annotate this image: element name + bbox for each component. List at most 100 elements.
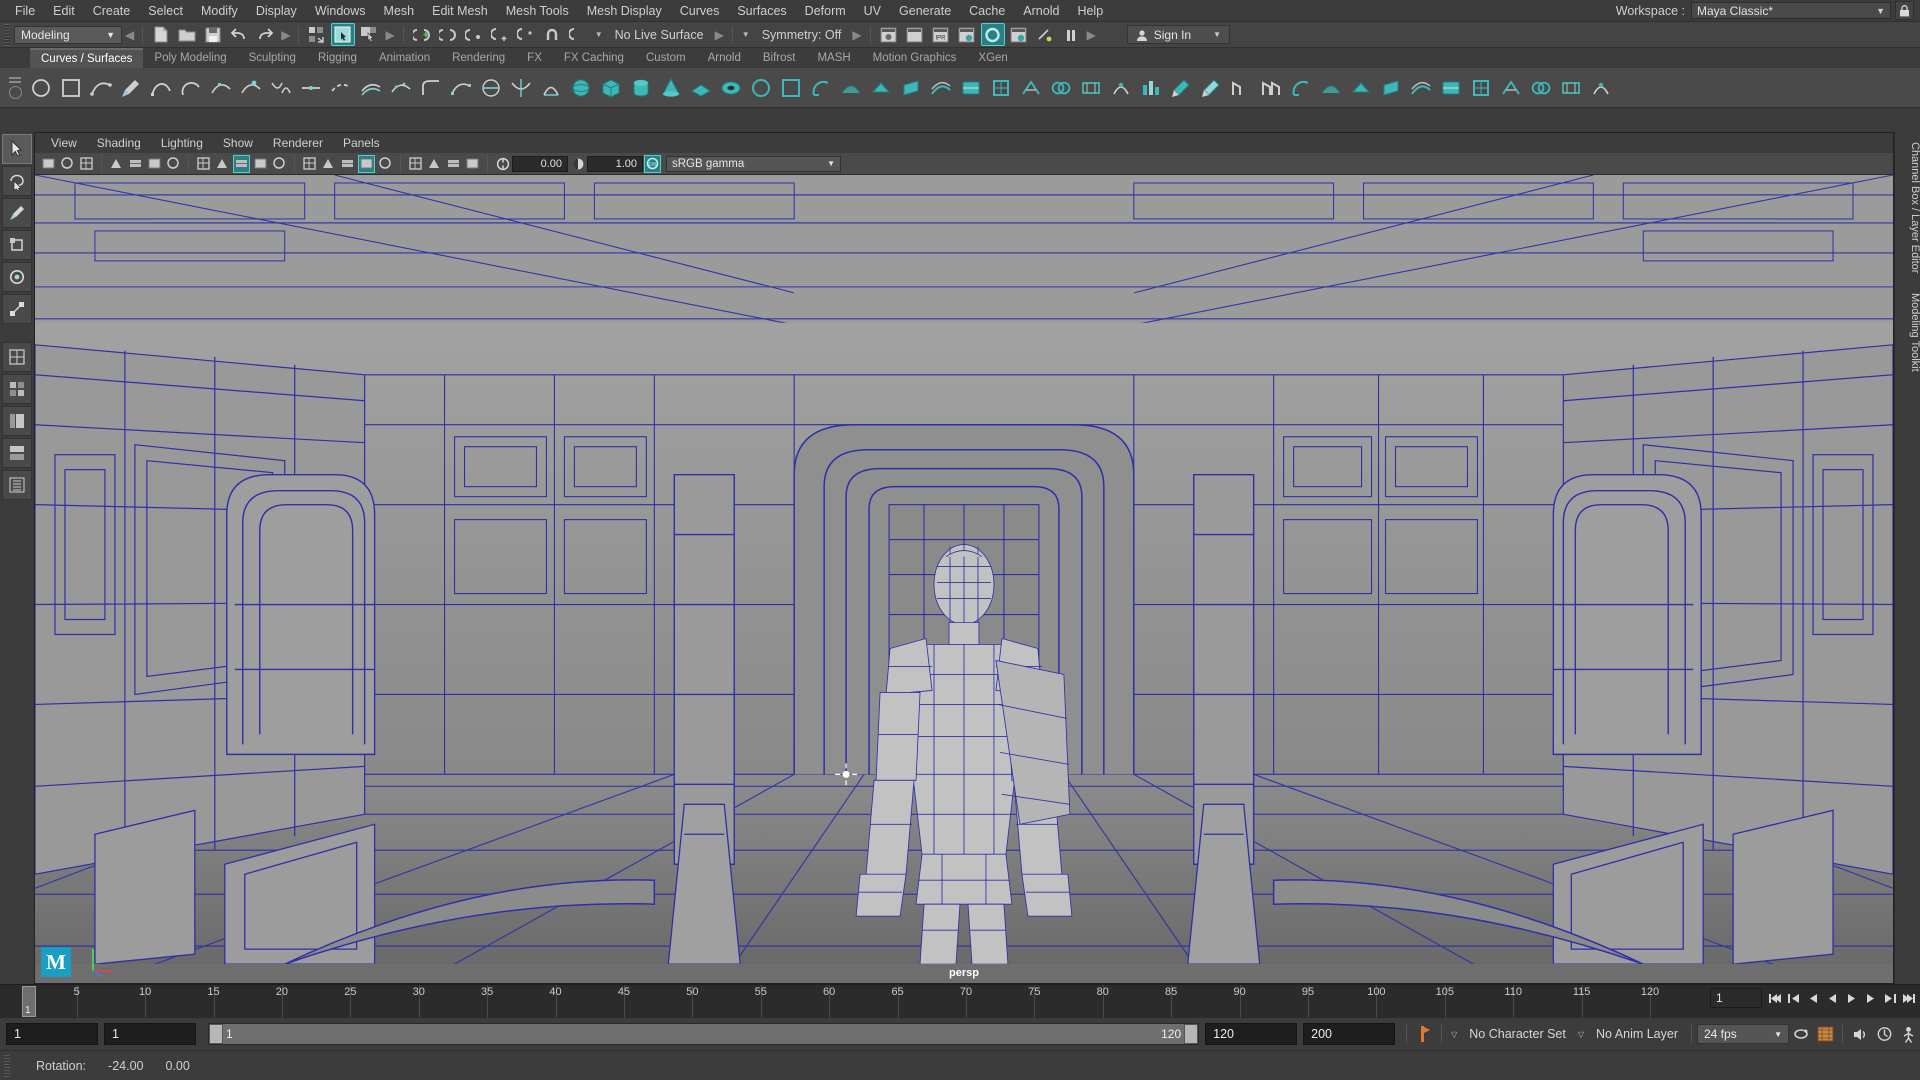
light-editor-button[interactable]: [1033, 23, 1057, 46]
quick-layout-persp-graph-button[interactable]: [2, 438, 32, 468]
snap-curve-button[interactable]: [436, 23, 460, 46]
detach-curve-shelf-button[interactable]: [298, 75, 324, 101]
revolve-shelf-button[interactable]: [808, 75, 834, 101]
shelf-tab-animation[interactable]: Animation: [368, 48, 441, 68]
square-surface-shelf-button[interactable]: [988, 75, 1014, 101]
range-slider[interactable]: 1 120: [208, 1023, 1200, 1045]
range-slider-left-handle[interactable]: [209, 1024, 223, 1044]
step-back-frame-button[interactable]: [1785, 987, 1804, 1009]
viewport-menu-panels[interactable]: Panels: [333, 135, 390, 151]
menu-item-select[interactable]: Select: [139, 1, 192, 21]
fillet-curve-shelf-button[interactable]: [418, 75, 444, 101]
step-back-key-button[interactable]: [1804, 987, 1823, 1009]
time-slider-ruler[interactable]: 5 10 15 20 25 30 35 40 45 50 55 60 65 70 75 80 85 90 95 100…: [22, 985, 1659, 1018]
menu-item-cache[interactable]: Cache: [960, 1, 1014, 21]
menu-item-edit[interactable]: Edit: [44, 1, 84, 21]
trim-tool-shelf-button[interactable]: [1138, 75, 1164, 101]
paint-select-button[interactable]: [2, 198, 32, 228]
time-slider-playhead[interactable]: 1: [22, 986, 36, 1017]
snap-point-button[interactable]: [462, 23, 486, 46]
menu-item-generate[interactable]: Generate: [890, 1, 960, 21]
viewport-menu-renderer[interactable]: Renderer: [263, 135, 333, 151]
smooth-shade-button[interactable]: [320, 155, 337, 173]
extend-surfaces-shelf-button[interactable]: [1408, 75, 1434, 101]
select-hierarchy-button[interactable]: [305, 23, 329, 46]
surface-editing-shelf-button[interactable]: [1588, 75, 1614, 101]
open-scene-button[interactable]: [175, 23, 199, 46]
light-shading-button[interactable]: [358, 154, 375, 173]
animation-preferences-button[interactable]: [1813, 1022, 1837, 1046]
toolbar-expand-right-icon-2[interactable]: ▶: [382, 28, 397, 42]
fps-dropdown[interactable]: 24 fps ▼: [1697, 1024, 1789, 1044]
menu-item-mesh-display[interactable]: Mesh Display: [578, 1, 671, 21]
nurbs-torus-shelf-button[interactable]: [718, 75, 744, 101]
quick-layout-outliner-button[interactable]: [2, 406, 32, 436]
bezier-curve-shelf-button[interactable]: [148, 75, 174, 101]
ipr-render-button[interactable]: IPR: [929, 23, 953, 46]
menu-item-arnold[interactable]: Arnold: [1014, 1, 1068, 21]
viewport-menu-shading[interactable]: Shading: [87, 135, 151, 151]
sculpt-geometry-shelf-button[interactable]: [1558, 75, 1584, 101]
nurbs-cone-shelf-button[interactable]: [658, 75, 684, 101]
untrim-shelf-button[interactable]: [1168, 75, 1194, 101]
pencil-curve-shelf-button[interactable]: [118, 75, 144, 101]
viewport-menu-show[interactable]: Show: [213, 135, 263, 151]
viewport-menu-view[interactable]: View: [41, 135, 87, 151]
project-curve-surface-shelf-button[interactable]: [1108, 75, 1134, 101]
shelf-tab-bifrost[interactable]: Bifrost: [752, 48, 807, 68]
render-setup-button[interactable]: [1007, 23, 1031, 46]
extend-curve-shelf-button[interactable]: [328, 75, 354, 101]
toolbar-collapse-left-icon[interactable]: ◀: [122, 28, 137, 42]
attach-surfaces-shelf-button[interactable]: [1228, 75, 1254, 101]
show-render-view-button[interactable]: [877, 23, 901, 46]
make-live-button[interactable]: [566, 23, 590, 46]
menu-item-modify[interactable]: Modify: [192, 1, 247, 21]
sign-in-button[interactable]: Sign In ▼: [1126, 25, 1230, 44]
time-slider[interactable]: 5 10 15 20 25 30 35 40 45 50 55 60 65 70 75 80 85 90 95 100…: [0, 984, 1920, 1018]
camera-attributes-button[interactable]: [78, 155, 95, 173]
shelf-tab-rendering[interactable]: Rendering: [441, 48, 516, 68]
audio-toggle-button[interactable]: [1848, 1022, 1872, 1046]
snap-projected-button[interactable]: [488, 23, 512, 46]
textured-button[interactable]: [339, 155, 356, 173]
redo-button[interactable]: [253, 23, 277, 46]
menu-item-create[interactable]: Create: [84, 1, 140, 21]
arc-curve-shelf-button[interactable]: [178, 75, 204, 101]
stitch-shelf-button[interactable]: [1528, 75, 1554, 101]
depth-of-field-button[interactable]: [464, 155, 481, 173]
quick-layout-four-button[interactable]: [2, 374, 32, 404]
menu-item-display[interactable]: Display: [247, 1, 306, 21]
gamma-field[interactable]: 1.00: [587, 155, 643, 172]
animation-end-field[interactable]: 200: [1303, 1023, 1396, 1045]
magnet-button[interactable]: [540, 23, 564, 46]
exposure-button[interactable]: [494, 155, 511, 173]
range-end-field[interactable]: 120: [1205, 1023, 1298, 1045]
add-points-shelf-button[interactable]: [238, 75, 264, 101]
boundary-shelf-button[interactable]: [958, 75, 984, 101]
workspace-lock-button[interactable]: [1895, 1, 1914, 20]
ep-curve-shelf-button[interactable]: [88, 75, 114, 101]
shelf-tab-poly-modeling[interactable]: Poly Modeling: [143, 48, 237, 68]
go-to-start-button[interactable]: [1766, 987, 1785, 1009]
menu-item-file[interactable]: File: [6, 1, 44, 21]
birail-shelf-button[interactable]: [928, 75, 954, 101]
multisample-button[interactable]: [445, 155, 462, 173]
nurbs-circle2-shelf-button[interactable]: [748, 75, 774, 101]
lock-camera-button[interactable]: [59, 155, 76, 173]
gate-mask-button[interactable]: [233, 154, 250, 173]
nurbs-sphere-shelf-button[interactable]: [568, 75, 594, 101]
current-frame-field[interactable]: 1: [1710, 988, 1762, 1008]
shelf-tab-curves-surfaces[interactable]: Curves / Surfaces: [30, 48, 144, 68]
tab-channel-box-layer-editor[interactable]: Channel Box / Layer Editor: [1895, 132, 1920, 283]
pause-render-button[interactable]: [1059, 23, 1083, 46]
helpline-grip[interactable]: [4, 1054, 10, 1077]
tab-modeling-toolkit[interactable]: Modeling Toolkit: [1895, 283, 1920, 382]
move-seam-shelf-button[interactable]: [1348, 75, 1374, 101]
insert-isoparms-shelf-button[interactable]: [1378, 75, 1404, 101]
range-slider-right-handle[interactable]: [1184, 1024, 1199, 1044]
snap-view-plane-button[interactable]: [514, 23, 538, 46]
open-close-surfaces-shelf-button[interactable]: [1318, 75, 1344, 101]
snap-grid-button[interactable]: [410, 23, 434, 46]
menu-set-dropdown[interactable]: Modeling ▼: [14, 25, 122, 44]
surface-fillet-shelf-button[interactable]: [1498, 75, 1524, 101]
